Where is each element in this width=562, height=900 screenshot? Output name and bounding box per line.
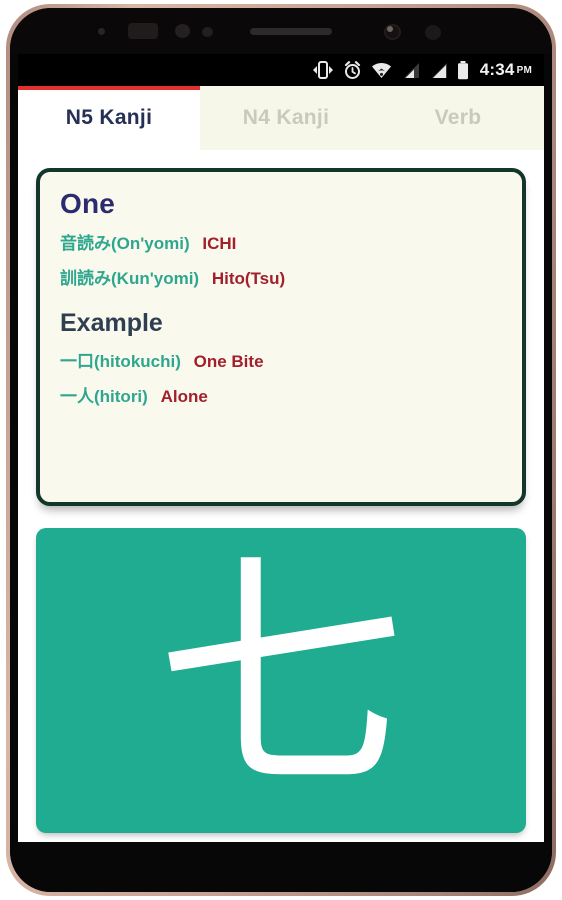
status-bar-time-value: 4:34 [479,60,515,79]
example-meaning-1: One Bite [193,352,264,372]
status-bar-clock: 4:34 PM [480,60,532,80]
kanji-glyph: 七 [156,530,406,822]
example-row-2: 一人(hitori) Alone [60,385,504,410]
onyomi-row: 音読み(On'yomi) ICHI [60,232,504,257]
phone-device-frame: 4:34 PM N5 Kanji N4 Kanji Verb One 音読み(O… [6,4,556,896]
kanji-meaning-title: One [60,188,116,219]
sensor-dot-secondary-icon [202,27,213,37]
phone-screen: 4:34 PM N5 Kanji N4 Kanji Verb One 音読み(O… [18,54,544,844]
signal-sim2-icon [431,62,447,78]
phone-device-body: 4:34 PM N5 Kanji N4 Kanji Verb One 音読み(O… [10,8,552,892]
signal-sim1-icon [403,62,419,78]
main-content: One 音読み(On'yomi) ICHI 訓読み(Kun'yomi) Hito… [18,150,544,844]
tab-n5-kanji[interactable]: N5 Kanji [18,86,200,150]
tab-verb-label: Verb [434,106,482,129]
kunyomi-label: 訓読み(Kun'yomi) [60,268,200,288]
light-sensor-icon [175,24,190,38]
battery-icon [457,60,468,79]
tab-verb[interactable]: Verb [372,86,544,150]
tab-n4-kanji[interactable]: N4 Kanji [200,86,372,150]
sensor-dot-icon [98,28,105,35]
rotation-lock-icon [312,61,333,79]
phone-bottom-bezel [10,842,552,892]
status-bar: 4:34 PM [18,54,544,86]
tab-n5-kanji-label: N5 Kanji [65,106,153,129]
kunyomi-value: Hito(Tsu) [211,268,286,288]
onyomi-label: 音読み(On'yomi) [60,234,190,253]
example-term-2: 一人(hitori) [60,386,148,406]
proximity-sensor-icon [128,23,158,39]
example-row-1: 一口(hitokuchi) One Bite [60,350,504,375]
tab-bar: N5 Kanji N4 Kanji Verb [18,86,544,150]
phone-top-bezel [10,8,552,54]
kanji-glyph-card[interactable]: 七 [36,528,526,833]
kunyomi-row: 訓読み(Kun'yomi) Hito(Tsu) [60,267,504,292]
wifi-icon [371,62,391,78]
onyomi-value: ICHI [202,234,237,253]
alarm-clock-icon [344,60,360,79]
kanji-info-card[interactable]: One 音読み(On'yomi) ICHI 訓読み(Kun'yomi) Hito… [36,168,526,506]
example-meaning-2: Alone [160,386,208,406]
earpiece-speaker-icon [250,28,332,35]
example-term-1: 一口(hitokuchi) [60,352,181,372]
front-camera-lens-glint-icon [387,26,393,32]
tab-n4-kanji-label: N4 Kanji [242,106,330,129]
sensor-dot-right-icon [425,25,441,40]
example-heading: Example [60,309,163,338]
status-bar-ampm: PM [516,65,532,76]
